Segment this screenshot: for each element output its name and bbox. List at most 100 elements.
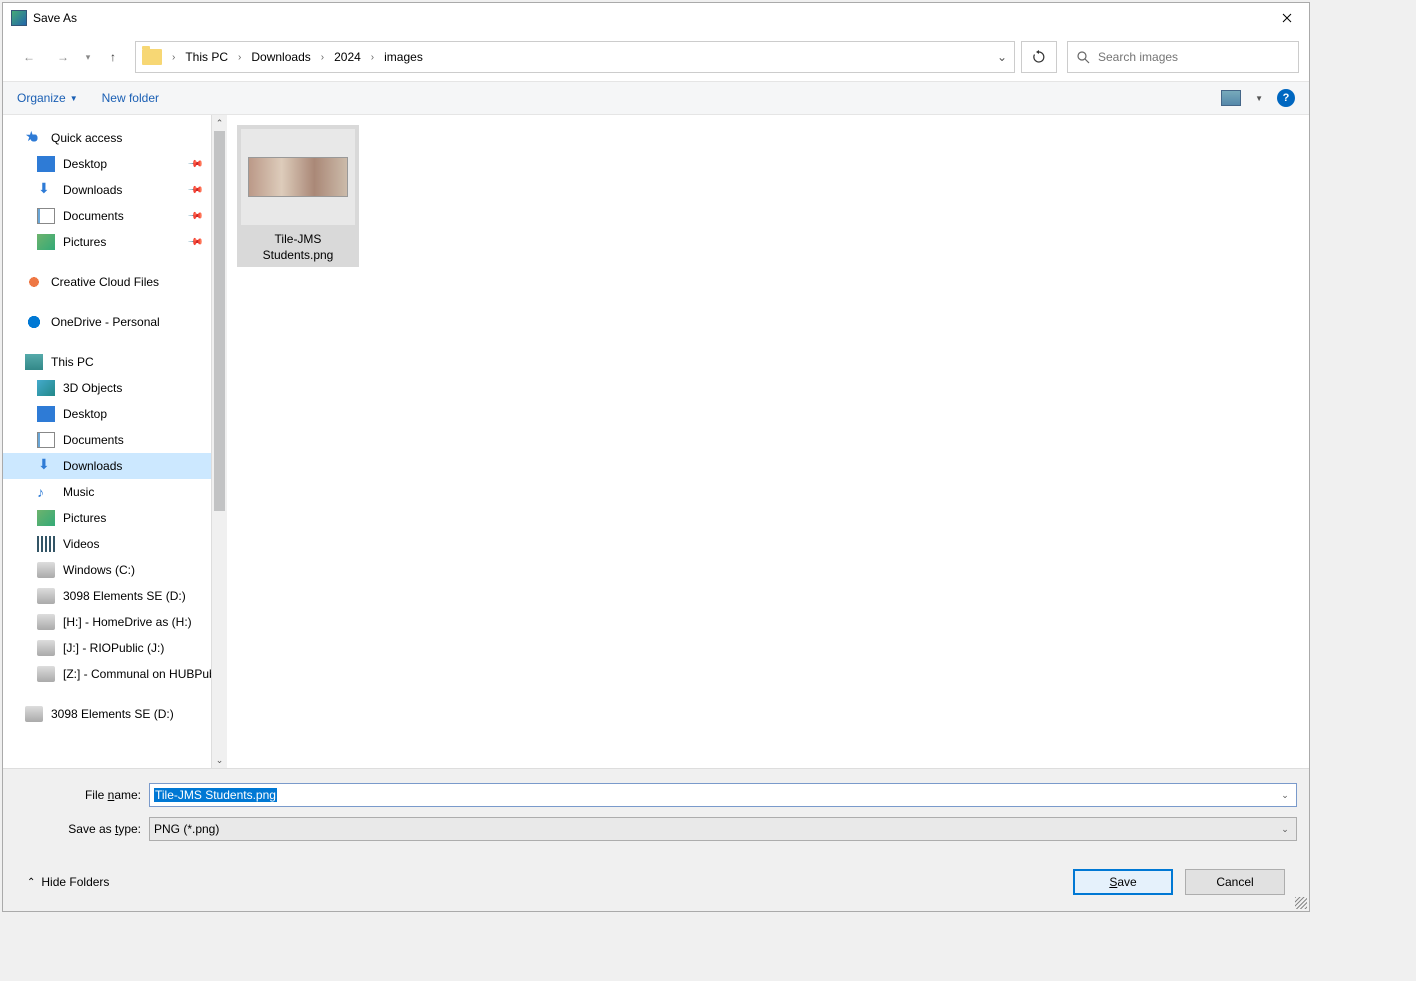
file-pane[interactable]: Tile-JMS Students.png [227, 115, 1309, 768]
filetype-label: Save as type: [15, 822, 149, 836]
sidebar-item-label: Documents [63, 433, 124, 447]
pin-icon: 📌 [186, 208, 203, 225]
sidebar-item-label: Pictures [63, 235, 106, 249]
folder-icon [37, 406, 55, 422]
file-item[interactable]: Tile-JMS Students.png [237, 125, 359, 267]
recent-dropdown[interactable]: ▾ [81, 43, 95, 71]
dialog-footer: ⌃ Hide Folders Save Cancel [15, 851, 1297, 907]
sidebar-item[interactable]: [J:] - RIOPublic (J:) [3, 635, 227, 661]
sidebar-item[interactable]: Desktop [3, 401, 227, 427]
folder-icon [37, 562, 55, 578]
sidebar-onedrive[interactable]: OneDrive - Personal [3, 309, 227, 335]
forward-button[interactable]: → [47, 43, 79, 71]
organize-menu[interactable]: Organize ▼ [17, 91, 78, 105]
filename-combo[interactable]: Tile-JMS Students.png ⌄ [149, 783, 1297, 807]
folder-icon [37, 614, 55, 630]
star-icon [25, 130, 43, 146]
save-button[interactable]: Save [1073, 869, 1173, 895]
folder-icon [37, 484, 55, 500]
sidebar-item-label: Videos [63, 537, 99, 551]
scroll-down[interactable]: ⌄ [212, 752, 227, 768]
scrollbar[interactable]: ⌃ ⌄ [211, 115, 227, 768]
folder-icon [37, 588, 55, 604]
chevron-down-icon[interactable]: ⌄ [1276, 818, 1294, 840]
folder-icon [37, 182, 55, 198]
filetype-combo[interactable]: PNG (*.png) ⌄ [149, 817, 1297, 841]
sidebar-creative-cloud[interactable]: Creative Cloud Files [3, 269, 227, 295]
sidebar-item-label: 3098 Elements SE (D:) [63, 589, 186, 603]
breadcrumb-item[interactable]: Downloads [247, 46, 314, 68]
scrollbar-thumb[interactable] [214, 131, 225, 511]
sidebar-item[interactable]: [H:] - HomeDrive as (H:) [3, 609, 227, 635]
sidebar-item[interactable]: Documents [3, 427, 227, 453]
breadcrumb[interactable]: › This PC › Downloads › 2024 › images ⌄ [135, 41, 1015, 73]
breadcrumb-dropdown[interactable]: ⌄ [990, 50, 1014, 64]
chevron-up-icon: ⌃ [27, 877, 35, 888]
folder-icon [142, 49, 162, 65]
sidebar-item[interactable]: Windows (C:) [3, 557, 227, 583]
sidebar-item-label: Desktop [63, 157, 107, 171]
sidebar-item-label: Pictures [63, 511, 106, 525]
breadcrumb-item[interactable]: 2024 [330, 46, 365, 68]
sidebar-item[interactable]: Documents 📌 [3, 203, 227, 229]
search-icon [1076, 50, 1090, 64]
folder-icon [37, 234, 55, 250]
sidebar-item-label: Desktop [63, 407, 107, 421]
hide-folders-toggle[interactable]: ⌃ Hide Folders [27, 875, 109, 889]
search-box[interactable] [1067, 41, 1299, 73]
sidebar-item[interactable]: Pictures 📌 [3, 229, 227, 255]
pin-icon: 📌 [186, 182, 203, 199]
toolbar: Organize ▼ New folder ▼ ? [3, 81, 1309, 115]
chevron-down-icon[interactable]: ⌄ [1276, 784, 1294, 806]
sidebar-item[interactable]: Music [3, 479, 227, 505]
filetype-value: PNG (*.png) [154, 822, 219, 836]
close-button[interactable] [1264, 3, 1309, 33]
sidebar-item[interactable]: [Z:] - Communal on HUBPublic [3, 661, 227, 687]
folder-icon [37, 640, 55, 656]
breadcrumb-item[interactable]: images [380, 46, 427, 68]
pc-icon [25, 354, 43, 370]
pin-icon: 📌 [186, 234, 203, 251]
breadcrumb-item[interactable]: This PC [181, 46, 232, 68]
filename-input[interactable]: Tile-JMS Students.png [154, 788, 277, 802]
nav-bar: ← → ▾ ↑ › This PC › Downloads › 2024 › i… [3, 33, 1309, 81]
sidebar-item[interactable]: Pictures [3, 505, 227, 531]
sidebar-item[interactable]: Downloads [3, 453, 227, 479]
folder-icon [37, 458, 55, 474]
folder-icon [37, 666, 55, 682]
new-folder-button[interactable]: New folder [102, 91, 159, 105]
sidebar-item[interactable]: Desktop 📌 [3, 151, 227, 177]
sidebar-this-pc[interactable]: This PC [3, 349, 227, 375]
up-button[interactable]: ↑ [97, 43, 129, 71]
resize-grip[interactable] [1295, 897, 1307, 909]
scroll-up[interactable]: ⌃ [212, 115, 227, 131]
chevron-down-icon[interactable]: ▼ [1255, 94, 1263, 103]
sidebar-item[interactable]: 3098 Elements SE (D:) [3, 583, 227, 609]
sidebar-item[interactable]: 3D Objects [3, 375, 227, 401]
refresh-button[interactable] [1021, 41, 1057, 73]
sidebar-item-label: [J:] - RIOPublic (J:) [63, 641, 164, 655]
sidebar-drive[interactable]: 3098 Elements SE (D:) [3, 701, 227, 727]
sidebar-quick-access[interactable]: Quick access [3, 125, 227, 151]
sidebar-item-label: 3D Objects [63, 381, 122, 395]
file-thumbnail [241, 129, 355, 225]
folder-icon [37, 510, 55, 526]
sidebar-item[interactable]: Videos [3, 531, 227, 557]
folder-icon [37, 380, 55, 396]
titlebar: Save As [3, 3, 1309, 33]
nav-tree[interactable]: ⌃ ⌄ Quick access Desktop 📌 Downloads 📌 [3, 115, 227, 768]
search-input[interactable] [1098, 50, 1290, 64]
cancel-button[interactable]: Cancel [1185, 869, 1285, 895]
pin-icon: 📌 [186, 156, 203, 173]
sidebar-item[interactable]: Downloads 📌 [3, 177, 227, 203]
save-as-dialog: Save As ← → ▾ ↑ › This PC › Downloads › … [2, 2, 1310, 912]
chevron-right-icon: › [315, 52, 330, 63]
sidebar-item-label: Downloads [63, 183, 122, 197]
sidebar-item-label: Windows (C:) [63, 563, 135, 577]
sidebar-item-label: Downloads [63, 459, 122, 473]
view-options-button[interactable] [1221, 90, 1241, 106]
help-button[interactable]: ? [1277, 89, 1295, 107]
back-button[interactable]: ← [13, 43, 45, 71]
onedrive-icon [25, 314, 43, 330]
save-form: File name: Tile-JMS Students.png ⌄ Save … [3, 768, 1309, 911]
